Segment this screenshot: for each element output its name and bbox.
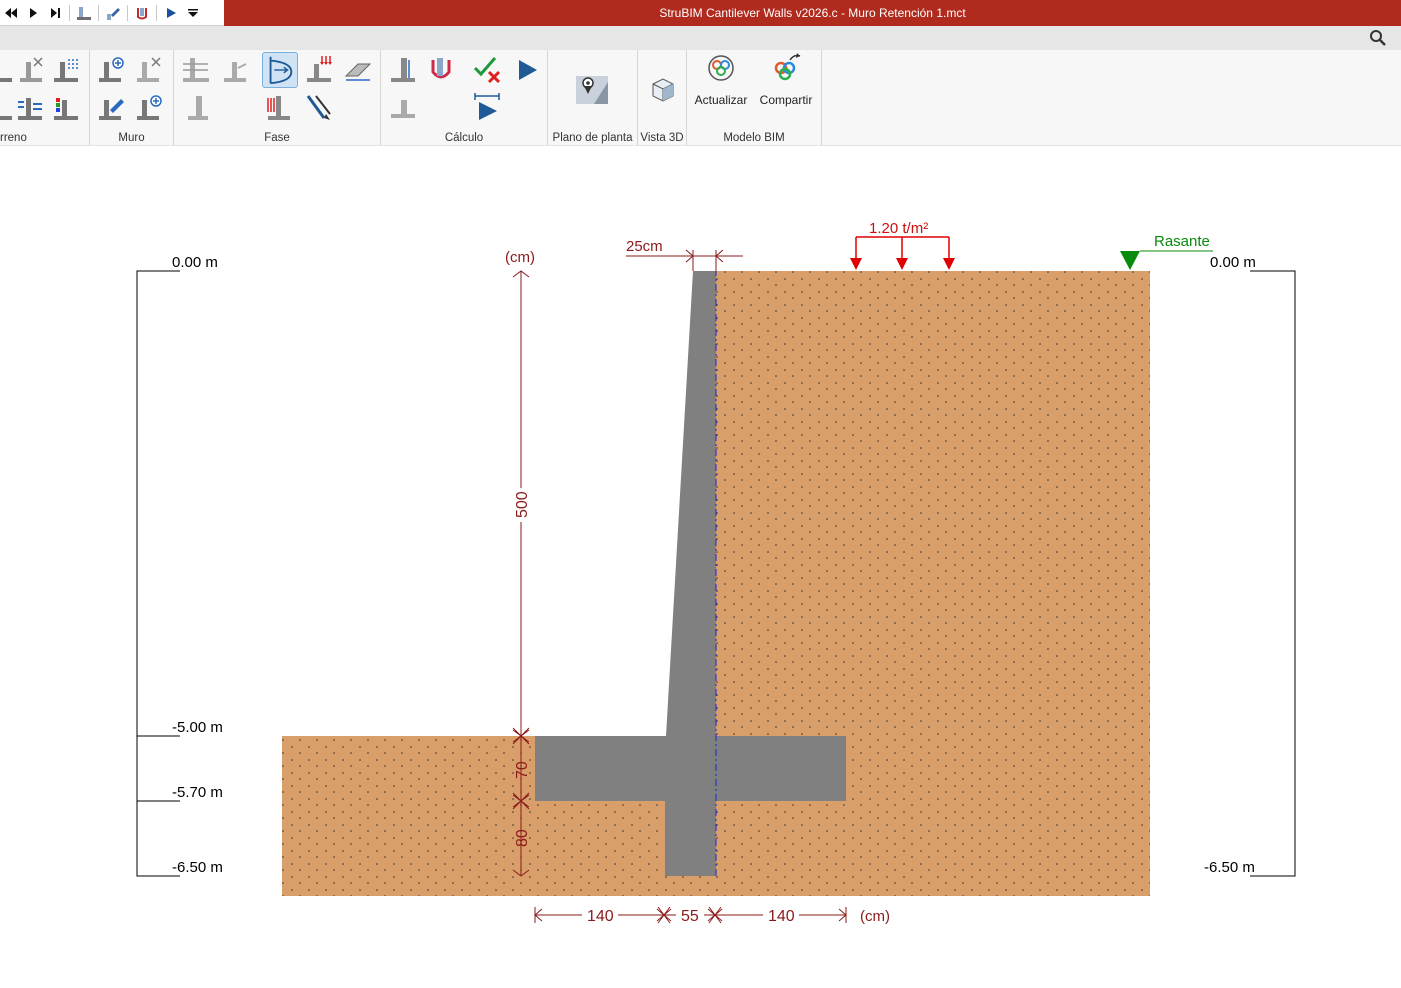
group-vista-3d: Vista 3D (638, 50, 687, 146)
calc-run-range-icon[interactable] (471, 92, 503, 124)
group-label-calculo: Cálculo (444, 132, 484, 144)
phase-pressure-icon[interactable] (262, 92, 294, 124)
dim-stem-base: 55 (681, 908, 699, 925)
group-label-terreno: rreno (0, 132, 27, 144)
group-label-fase: Fase (264, 132, 290, 144)
right-level-bracket (1250, 270, 1296, 877)
units-bottom: (cm) (860, 908, 890, 925)
refresh-bim-icon (708, 55, 734, 81)
separator (156, 4, 157, 21)
phase-selected-icon[interactable] (262, 52, 298, 88)
next-icon[interactable] (22, 2, 44, 24)
quick-access-toolbar (0, 0, 224, 26)
separator (69, 4, 70, 21)
left-level-top: 0.00 m (172, 254, 218, 271)
ribbon: rreno Muro Fase Cálculo Plano de planta … (0, 50, 1401, 146)
search-bar (0, 26, 1401, 50)
group-label-plano: Plano de planta (552, 132, 633, 144)
right-level-bottom: -6.50 m (1204, 859, 1255, 876)
edit-icon[interactable] (102, 2, 124, 24)
left-level-bottom: -6.50 m (172, 859, 223, 876)
calc-check-icon[interactable] (471, 54, 503, 86)
surcharge-load-label: 1.20 t/m² (869, 220, 928, 237)
rasante-marker[interactable] (1120, 251, 1140, 270)
phase-anchor-icon[interactable] (302, 92, 334, 124)
terrain-delete-icon[interactable] (14, 54, 46, 86)
calc-wall-icon[interactable] (387, 54, 419, 86)
view-3d-icon[interactable] (647, 74, 679, 106)
share-bim-icon (774, 53, 801, 81)
dim-key-depth: 80 (514, 829, 531, 847)
calc-footing-icon[interactable] (387, 92, 419, 124)
dim-stem-height-text: 500 (514, 491, 531, 518)
phase-eraser-icon[interactable] (342, 54, 374, 86)
compartir-label: Compartir (759, 93, 813, 107)
terrain-strata-icon[interactable] (14, 92, 46, 124)
group-fase: Fase (174, 50, 381, 146)
terrain-layers-icon[interactable] (50, 54, 82, 86)
dim-footing-thickness: 70 (514, 761, 531, 779)
wall-delete-icon[interactable] (134, 54, 166, 86)
group-modelo-bim: Actualizar Compartir Modelo BIM (687, 50, 822, 146)
units-top: (cm) (505, 249, 535, 266)
calc-magnet-icon[interactable] (425, 54, 457, 86)
separator (98, 4, 99, 21)
actualizar-button[interactable]: Actualizar (691, 52, 751, 112)
rasante-label: Rasante (1154, 233, 1210, 250)
left-level-excavation: -5.00 m (172, 719, 223, 736)
actualizar-label: Actualizar (694, 93, 748, 107)
title-bar: StruBIM Cantilever Walls v2026.c - Muro … (0, 0, 1401, 26)
last-icon[interactable] (44, 2, 66, 24)
wall-add-2-icon[interactable] (134, 92, 166, 124)
phase-loads-icon[interactable] (304, 54, 336, 86)
surcharge-load-arrows (850, 258, 955, 270)
group-label-muro: Muro (118, 132, 145, 144)
phase-copy-icon[interactable] (180, 54, 212, 86)
run-icon[interactable] (160, 2, 182, 24)
group-terreno: rreno (0, 50, 90, 146)
backfill-soil-texture (716, 271, 1150, 896)
right-level-top: 0.00 m (1210, 254, 1256, 271)
phase-stage-icon[interactable] (218, 54, 250, 86)
wall-edit-icon[interactable] (96, 92, 128, 124)
separator (127, 4, 128, 21)
phase-icon[interactable] (131, 2, 153, 24)
top-width-label: 25cm (626, 238, 663, 255)
first-icon[interactable] (0, 2, 22, 24)
dim-heel: 140 (768, 908, 795, 925)
group-label-vista3d: Vista 3D (640, 132, 684, 144)
drawing-canvas[interactable]: 0.00 m -5.00 m -5.70 m -6.50 m 0.00 m -6… (0, 146, 1401, 988)
search-icon[interactable] (1369, 29, 1387, 47)
wall-add-icon[interactable] (96, 54, 128, 86)
group-plano-de-planta: Plano de planta (548, 50, 638, 146)
phase-wall-icon[interactable] (180, 92, 212, 124)
menu-dropdown-icon[interactable] (182, 2, 204, 24)
group-muro: Muro (90, 50, 174, 146)
compartir-button[interactable]: Compartir (755, 52, 817, 112)
group-label-modelo-bim: Modelo BIM (723, 132, 785, 144)
dim-toe: 140 (587, 908, 614, 925)
group-calculo: Cálculo (381, 50, 548, 146)
wall-section-drawing[interactable]: 0.00 m -5.00 m -5.70 m -6.50 m 0.00 m -6… (0, 146, 1401, 988)
left-level-footing-base: -5.70 m (172, 784, 223, 801)
window-title: StruBIM Cantilever Walls v2026.c - Muro … (659, 6, 966, 20)
calc-run-icon[interactable] (511, 54, 543, 86)
wall-icon[interactable] (73, 2, 95, 24)
terrain-colors-icon[interactable] (50, 92, 82, 124)
floor-plan-icon[interactable] (574, 72, 610, 108)
